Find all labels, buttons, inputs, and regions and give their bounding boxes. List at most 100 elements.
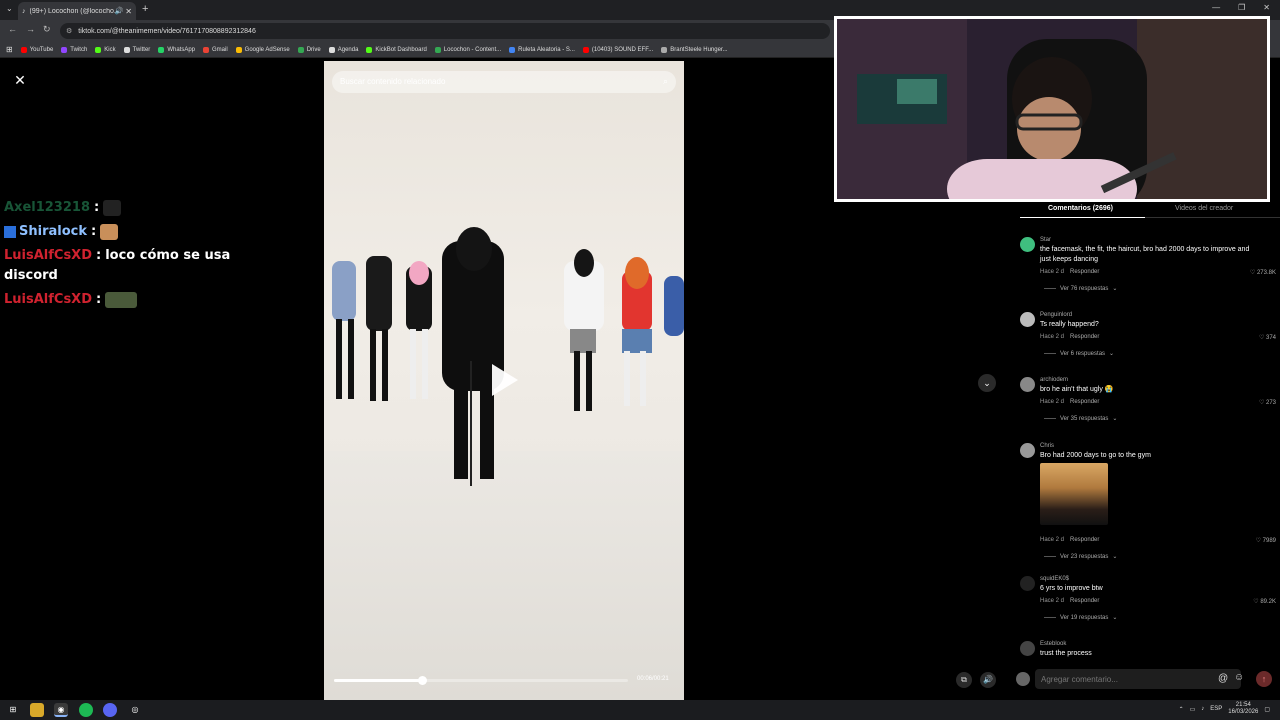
reply-button[interactable]: Responder	[1070, 269, 1099, 275]
forward-icon[interactable]: →	[26, 24, 35, 34]
discord-icon[interactable]	[103, 703, 117, 717]
like-button[interactable]: ♡ 273	[1259, 399, 1276, 406]
avatar[interactable]	[1020, 576, 1035, 591]
audio-icon[interactable]: 🔊	[115, 7, 124, 15]
avatar[interactable]	[1020, 443, 1035, 458]
bookmark-item[interactable]: Agenda	[328, 46, 358, 53]
network-icon[interactable]: ▭	[1190, 706, 1196, 713]
avatar	[1016, 672, 1030, 686]
tab-close-icon[interactable]: ✕	[125, 7, 132, 16]
like-button[interactable]: ♡ 7989	[1256, 537, 1276, 544]
chat-username: LuisAlfCsXD	[4, 292, 92, 307]
bookmark-item[interactable]: Google AdSense	[235, 46, 290, 53]
send-icon[interactable]: ↑	[1256, 671, 1272, 687]
comment-text: bro he ain't that ugly 😭	[1040, 386, 1114, 393]
view-replies-button[interactable]: Ver 19 respuestas ⌄	[1044, 614, 1117, 621]
bookmark-item[interactable]: Ruleta Aleatoria - S...	[509, 46, 575, 53]
back-icon[interactable]: ←	[8, 24, 17, 34]
like-button[interactable]: ♡ 89.2K	[1253, 598, 1276, 605]
video-progress-bar[interactable]	[334, 676, 628, 685]
tab-comments[interactable]: Comentarios (2696)	[1048, 205, 1113, 212]
window-controls: — ❐ ✕	[1212, 3, 1270, 12]
avatar[interactable]	[1020, 312, 1035, 327]
like-button[interactable]: ♡ 273.8K	[1250, 269, 1276, 276]
start-icon[interactable]: ⊞	[6, 703, 20, 717]
bookmark-item[interactable]: YouTube	[20, 46, 53, 53]
video-player[interactable]: Buscar contenido relacionado ⌕ 00:06/00:…	[324, 61, 684, 700]
emoji-icon[interactable]: ☺	[1234, 672, 1244, 683]
bookmark-item[interactable]: Gmail	[203, 46, 228, 53]
bookmark-item[interactable]: KickBot Dashboard	[366, 46, 427, 53]
view-replies-button[interactable]: Ver 35 respuestas ⌄	[1044, 415, 1117, 422]
view-replies-button[interactable]: Ver 6 respuestas ⌄	[1044, 350, 1114, 357]
heart-icon: ♡	[1255, 538, 1263, 544]
close-window-icon[interactable]: ✕	[1263, 3, 1270, 12]
comment-username[interactable]: squidEK0$	[1040, 576, 1069, 582]
tab-search-icon[interactable]: ⌄	[6, 4, 13, 13]
comment-username[interactable]: Penguinlord	[1040, 312, 1072, 318]
spotify-icon[interactable]	[79, 703, 93, 717]
chrome-icon[interactable]: ◉	[54, 703, 68, 717]
browser-tab[interactable]: ♪ (99+) Locochon (@lococho... 🔊 ✕	[18, 2, 136, 20]
chevron-down-icon[interactable]: ⌄	[978, 374, 996, 392]
new-tab-button[interactable]: +	[142, 3, 148, 15]
comment-username[interactable]: archiodem	[1040, 377, 1068, 383]
reply-button[interactable]: Responder	[1070, 399, 1099, 405]
avatar[interactable]	[1020, 237, 1035, 252]
bookmark-item[interactable]: Twitter	[123, 46, 150, 53]
comment-item: Chris Bro had 2000 days to go to the gym H…	[1020, 443, 1280, 560]
site-info-icon[interactable]: ⚙	[66, 27, 72, 35]
bookmark-label: Google AdSense	[244, 46, 290, 53]
mention-icon[interactable]: @	[1218, 673, 1228, 684]
comment-image[interactable]	[1040, 463, 1108, 525]
bookmark-item[interactable]: Kick	[95, 46, 116, 53]
notifications-icon[interactable]: ▢	[1264, 706, 1270, 713]
close-video-icon[interactable]: ✕	[12, 72, 28, 88]
reply-button[interactable]: Responder	[1070, 598, 1099, 604]
taskbar: ⊞ ◉ ◎ ⌃ ▭ ♪ ESP 21:54 16/03/2026 ▢	[0, 700, 1280, 720]
bookmark-item[interactable]: Drive	[297, 46, 321, 53]
speaker-icon[interactable]: ♪	[1201, 706, 1204, 712]
view-replies-button[interactable]: Ver 23 respuestas ⌄	[1044, 553, 1117, 560]
avatar[interactable]	[1020, 377, 1035, 392]
bookmark-item[interactable]: Locochon - Content...	[434, 46, 501, 53]
view-replies-button[interactable]: Ver 76 respuestas ⌄	[1044, 285, 1117, 292]
chat-emote-icon	[103, 199, 122, 216]
volume-icon[interactable]: 🔊	[980, 672, 996, 688]
tab-creator-videos[interactable]: Videos del creador	[1175, 205, 1233, 212]
comment-username[interactable]: Star	[1040, 237, 1051, 243]
reload-icon[interactable]: ↻	[43, 24, 51, 35]
bookmark-icon	[235, 46, 242, 53]
bookmark-item[interactable]: BrantSteele Hunger...	[661, 46, 728, 53]
play-icon[interactable]	[492, 364, 518, 396]
heart-icon: ♡	[1258, 335, 1266, 341]
bookmark-item[interactable]: Twitch	[61, 46, 87, 53]
input-language[interactable]: ESP	[1210, 706, 1222, 712]
maximize-icon[interactable]: ❐	[1238, 3, 1245, 12]
like-button[interactable]: ♡ 374	[1259, 334, 1276, 341]
clock[interactable]: 21:54 16/03/2026	[1228, 702, 1258, 716]
comment-username[interactable]: Esteblook	[1040, 641, 1066, 647]
comment-username[interactable]: Chris	[1040, 443, 1054, 449]
bookmark-item[interactable]: WhatsApp	[158, 46, 195, 53]
url-bar[interactable]: ⚙ tiktok.com/@theanimemen/video/76171708…	[60, 23, 830, 39]
floating-player-icon[interactable]: ⧉	[956, 672, 972, 688]
comment-time: Hace 2 d	[1040, 399, 1065, 405]
comment-input[interactable]	[1035, 669, 1241, 689]
comment-text: the facemask, the fit, the haircut, bro …	[1040, 246, 1250, 263]
reply-button[interactable]: Responder	[1070, 334, 1099, 340]
comment-meta: Hace 2 d Responder	[1040, 269, 1099, 275]
bookmark-icon	[366, 46, 373, 53]
minimize-icon[interactable]: —	[1212, 3, 1220, 12]
tray-chevron-icon[interactable]: ⌃	[1179, 706, 1184, 713]
bookmark-item[interactable]: (10403) SOUND EFF...	[582, 46, 653, 53]
bookmark-icon	[61, 46, 68, 53]
divider	[1044, 556, 1056, 557]
chat-separator: :	[96, 292, 102, 307]
file-explorer-icon[interactable]	[30, 703, 44, 717]
reply-button[interactable]: Responder	[1070, 537, 1099, 543]
bookmark-icon	[582, 46, 589, 53]
obs-icon[interactable]: ◎	[128, 703, 142, 717]
apps-icon[interactable]: ⊞	[6, 45, 13, 54]
avatar[interactable]	[1020, 641, 1035, 656]
